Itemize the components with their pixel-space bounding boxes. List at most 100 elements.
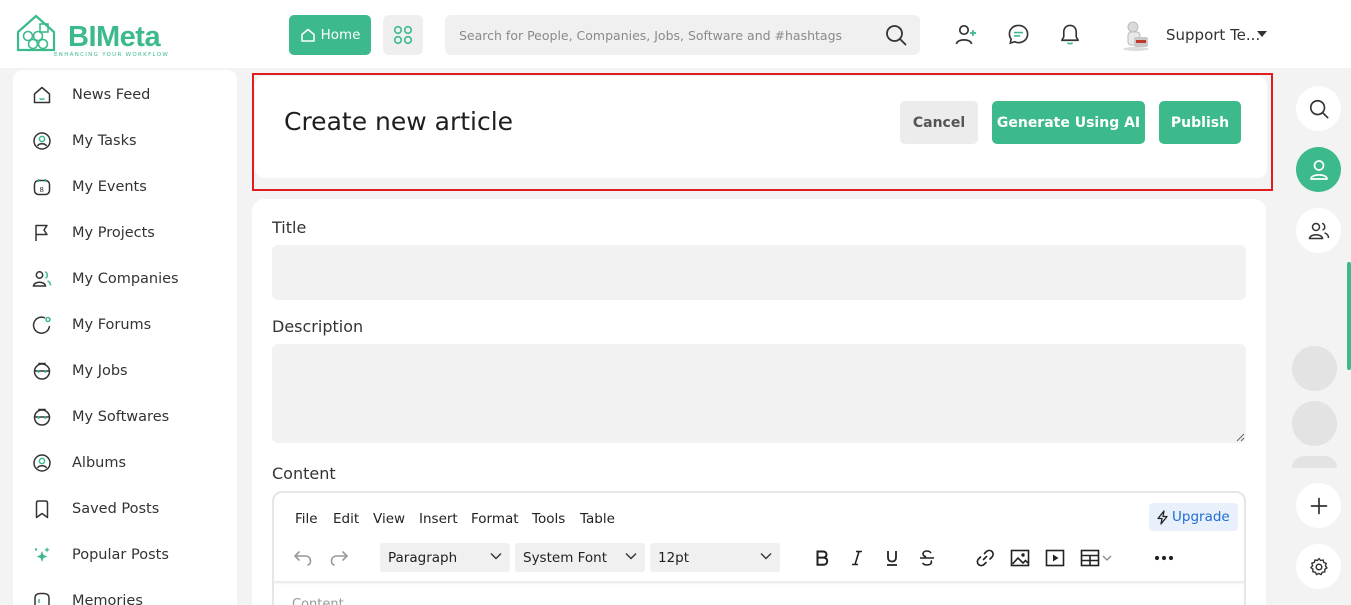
font-size-select[interactable]: 12pt [650,543,780,572]
sidebar-item-label: News Feed [72,87,151,103]
chevron-down-icon [490,553,502,560]
insert-table-button[interactable] [1080,547,1116,569]
sidebar-item-label: Memories [72,593,143,605]
search-input[interactable] [459,15,869,55]
upgrade-button[interactable]: Upgrade [1149,503,1238,531]
apps-button[interactable] [383,15,423,55]
rail-add-button[interactable] [1296,483,1341,528]
menu-file[interactable]: File [295,511,318,527]
underline-button[interactable] [881,547,903,569]
sidebar-item-my-events[interactable]: 8 My Events [13,167,237,207]
user-avatar[interactable] [1121,19,1151,51]
search-icon [1309,99,1329,119]
redo-icon [330,551,348,566]
more-options-button[interactable] [1153,547,1175,569]
content-label: Content [272,464,336,483]
sidebar-item-saved-posts[interactable]: Saved Posts [13,489,237,529]
insert-image-button[interactable] [1009,547,1031,569]
menu-edit[interactable]: Edit [333,511,359,527]
sidebar-item-label: My Tasks [72,133,137,149]
apps-grid-icon [393,25,413,45]
sparkle-icon [34,547,50,562]
font-family-value: System Font [523,550,608,566]
rail-contact-avatar[interactable] [1292,346,1337,391]
home-icon [300,28,315,42]
messages-icon[interactable] [1007,23,1030,46]
resize-grip-icon[interactable] [1236,433,1245,442]
italic-icon [852,550,862,566]
forum-icon [32,316,51,334]
cancel-button[interactable]: Cancel [900,101,978,144]
sidebar-item-popular-posts[interactable]: Popular Posts [13,535,237,575]
search-bar [445,15,920,55]
rail-contact-avatar[interactable] [1292,401,1337,446]
block-format-select[interactable]: Paragraph [380,543,510,572]
bold-button[interactable] [811,547,833,569]
menu-format[interactable]: Format [471,511,519,527]
insert-link-button[interactable] [974,547,996,569]
home-button[interactable]: Home [289,15,371,55]
strikethrough-button[interactable] [916,547,938,569]
bold-icon [816,550,829,566]
sidebar-item-label: My Forums [72,317,152,333]
users-icon [32,271,52,287]
search-icon[interactable] [884,23,908,47]
undo-button[interactable] [292,547,314,569]
font-family-select[interactable]: System Font [515,543,645,572]
sidebar-item-my-softwares[interactable]: My Softwares [13,397,237,437]
menu-view[interactable]: View [373,511,405,527]
rail-contact-avatar[interactable] [1292,456,1337,468]
brand-logo[interactable]: BIMeta ENHANCING YOUR WORKFLOW [14,12,168,62]
undo-icon [294,551,312,566]
underline-icon [887,551,897,566]
table-icon [1080,549,1112,567]
rich-text-editor: File Edit View Insert Format Tools Table… [272,491,1246,605]
rail-settings-button[interactable] [1296,544,1341,589]
insert-media-button[interactable] [1044,547,1066,569]
chevron-down-icon [760,553,772,560]
sidebar-item-my-projects[interactable]: My Projects [13,213,237,253]
menu-insert[interactable]: Insert [419,511,458,527]
sidebar-item-label: My Events [72,179,147,195]
sidebar-item-label: My Softwares [72,409,170,425]
rail-search-button[interactable] [1296,86,1341,131]
add-friend-icon[interactable] [954,23,978,47]
publish-button[interactable]: Publish [1159,101,1241,144]
sidebar-item-label: Albums [72,455,127,471]
sidebar-item-my-jobs[interactable]: My Jobs [13,351,237,391]
title-input[interactable] [272,245,1246,300]
gear-icon [1309,557,1328,575]
sidebar-item-my-tasks[interactable]: My Tasks [13,121,237,161]
memories-icon [34,592,50,605]
more-horizontal-icon [1154,555,1174,561]
rail-profile-button[interactable] [1296,147,1341,192]
image-icon [1010,549,1030,567]
link-icon [976,549,994,567]
notifications-bell-icon[interactable] [1059,23,1081,46]
sidebar-item-label: Saved Posts [72,501,160,517]
sidebar-item-label: My Jobs [72,363,128,379]
sidebar: News Feed My Tasks 8 My Events My Projec… [13,70,237,605]
editor-content-area[interactable]: Content... [292,597,356,605]
sidebar-item-news-feed[interactable]: News Feed [13,75,237,115]
flag-icon [35,224,48,241]
rail-groups-button[interactable] [1296,208,1341,253]
sidebar-item-albums[interactable]: Albums [13,443,237,483]
description-textarea[interactable] [272,344,1246,443]
redo-button[interactable] [328,547,350,569]
italic-button[interactable] [846,547,868,569]
sidebar-item-my-forums[interactable]: My Forums [13,305,237,345]
user-name[interactable]: Support Te... [1166,26,1260,44]
sidebar-item-label: My Companies [72,271,179,287]
rail-scroll-indicator[interactable] [1347,262,1351,370]
title-label: Title [272,218,307,237]
strikethrough-icon [920,550,934,566]
sidebar-item-memories[interactable]: Memories [13,581,237,605]
menu-tools[interactable]: Tools [532,511,565,527]
generate-using-ai-button[interactable]: Generate Using AI [992,101,1145,144]
menu-table[interactable]: Table [580,511,615,527]
calendar-icon: 8 [33,179,51,196]
sidebar-item-label: Popular Posts [72,547,169,563]
user-menu-caret-icon[interactable] [1257,31,1267,37]
sidebar-item-my-companies[interactable]: My Companies [13,259,237,299]
